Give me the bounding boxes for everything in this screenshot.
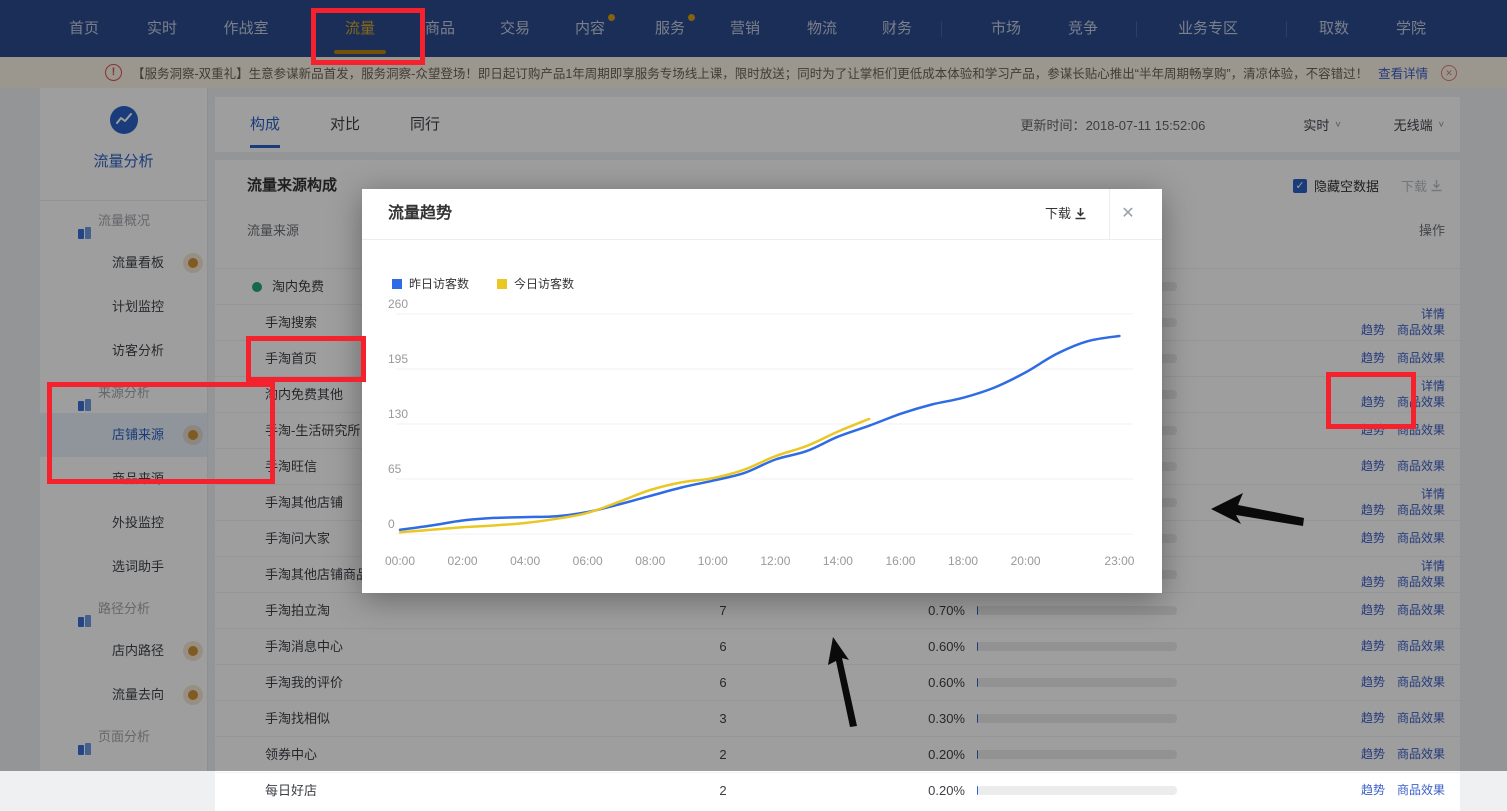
svg-text:02:00: 02:00: [448, 554, 478, 568]
svg-text:195: 195: [388, 352, 408, 366]
percent-value: 0.20%: [875, 773, 965, 808]
chart-legend: 昨日访客数 今日访客数: [392, 275, 602, 292]
svg-text:130: 130: [388, 407, 408, 421]
svg-text:65: 65: [388, 462, 402, 476]
percent-bar-fill: [977, 786, 978, 795]
action-links: 趋势商品效果: [1145, 773, 1445, 808]
trend-link[interactable]: 趋势: [1361, 783, 1385, 797]
series-line-今日访客数: [400, 419, 869, 532]
trend-line-chart: 0 65 130 195 260 00:00 02:00 04:00 06:00 08:00 10:…: [362, 293, 1162, 579]
svg-text:04:00: 04:00: [510, 554, 540, 568]
traffic-trend-modal: 流量趋势 下载 ✕ 昨日访客数 今日访客数 0 65 130 195 260 00:00 02…: [362, 189, 1162, 593]
table-row-每日好店: 每日好店 2 0.20% 趋势商品效果: [215, 772, 1460, 808]
svg-text:10:00: 10:00: [698, 554, 728, 568]
svg-text:00:00: 00:00: [385, 554, 415, 568]
modal-title: 流量趋势: [388, 189, 452, 239]
svg-text:16:00: 16:00: [885, 554, 915, 568]
legend-item-今日访客数[interactable]: 今日访客数: [497, 275, 574, 292]
svg-text:18:00: 18:00: [948, 554, 978, 568]
modal-header: 流量趋势 下载 ✕: [362, 189, 1162, 240]
svg-text:260: 260: [388, 297, 408, 311]
effect-link[interactable]: 商品效果: [1397, 783, 1445, 797]
svg-text:12:00: 12:00: [760, 554, 790, 568]
visitor-count: 2: [600, 773, 846, 808]
legend-swatch: [392, 279, 402, 289]
svg-text:08:00: 08:00: [635, 554, 665, 568]
legend-item-昨日访客数[interactable]: 昨日访客数: [392, 275, 469, 292]
svg-text:0: 0: [388, 517, 395, 531]
download-icon: [1075, 208, 1086, 220]
legend-swatch: [497, 279, 507, 289]
svg-text:14:00: 14:00: [823, 554, 853, 568]
source-name: 每日好店: [265, 773, 317, 808]
svg-text:20:00: 20:00: [1011, 554, 1041, 568]
modal-download-link[interactable]: 下载: [1045, 189, 1086, 239]
close-icon[interactable]: ✕: [1110, 189, 1146, 239]
series-line-昨日访客数: [400, 336, 1119, 530]
svg-text:06:00: 06:00: [573, 554, 603, 568]
svg-text:23:00: 23:00: [1104, 554, 1134, 568]
